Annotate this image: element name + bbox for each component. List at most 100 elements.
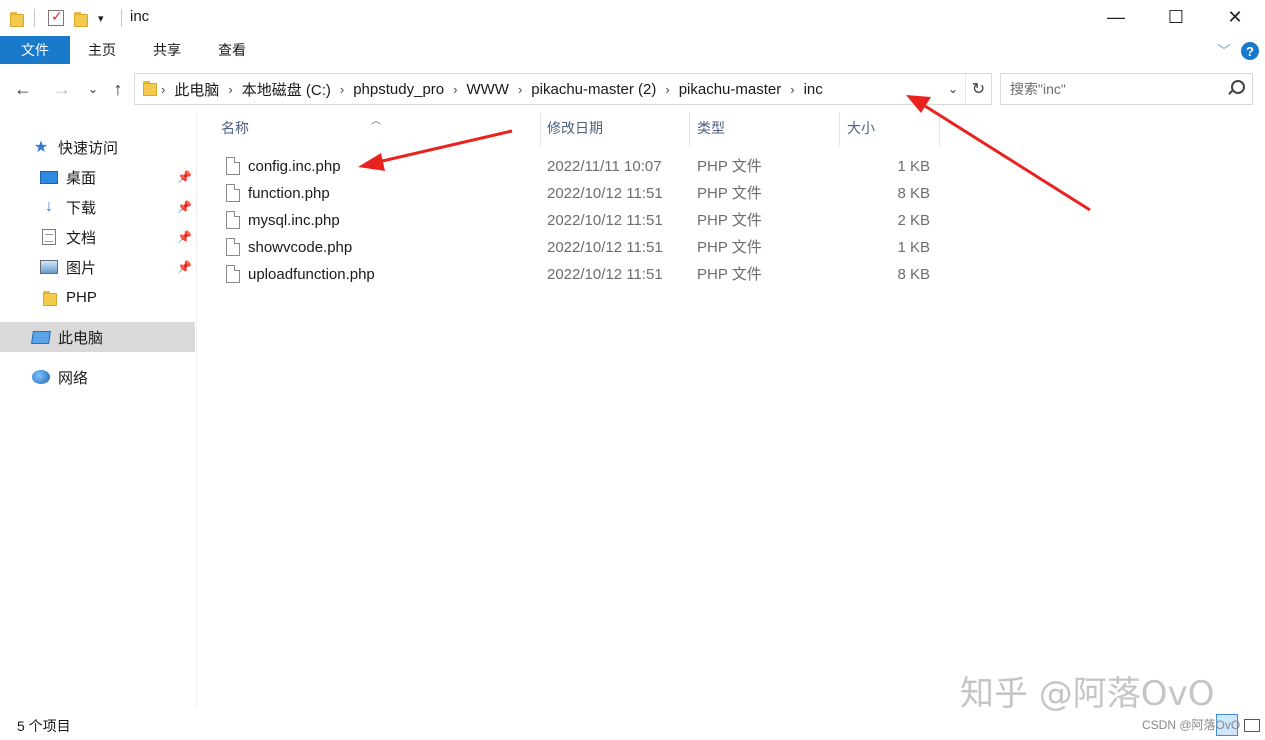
navigation-bar: ← → ⌄ ↑ › 此电脑 › 本地磁盘 (C:) › phpstudy_pro… — [0, 66, 1265, 112]
pictures-icon — [40, 259, 58, 275]
item-count: 5 个项目 — [17, 718, 71, 734]
file-modified: 2022/10/12 11:51 — [547, 239, 663, 256]
sidebar-item-label: 此电脑 — [58, 329, 104, 347]
quick-access-folder-icon[interactable] — [10, 8, 24, 28]
file-modified: 2022/10/12 11:51 — [547, 266, 663, 283]
search-box[interactable] — [1000, 73, 1253, 105]
breadcrumb-local-disk[interactable]: 本地磁盘 (C:) — [233, 79, 340, 100]
tab-view[interactable]: 查看 — [208, 36, 256, 64]
ribbon: 文件 主页 共享 查看 ﹀ ? — [0, 36, 1265, 66]
tab-file[interactable]: 文件 — [0, 36, 70, 64]
sidebar-item-label: 快速访问 — [58, 139, 119, 157]
file-name: uploadfunction.php — [248, 266, 375, 283]
network-icon — [32, 369, 50, 385]
large-icons-view-icon[interactable] — [1240, 714, 1262, 736]
file-type: PHP 文件 — [697, 266, 762, 283]
help-icon[interactable]: ? — [1241, 42, 1259, 60]
breadcrumb-this-pc[interactable]: 此电脑 — [165, 79, 228, 100]
php-file-icon — [226, 211, 240, 229]
sidebar-item-network[interactable]: 网络 — [0, 362, 195, 392]
title-bar: ▾ inc — ☐ ✕ — [0, 0, 1265, 36]
address-bar[interactable]: › 此电脑 › 本地磁盘 (C:) › phpstudy_pro › WWW ›… — [134, 73, 992, 105]
folder-icon — [40, 289, 58, 306]
php-file-icon — [226, 238, 240, 256]
php-file-icon — [226, 184, 240, 202]
file-modified: 2022/10/12 11:51 — [547, 212, 663, 229]
file-row[interactable]: showvcode.php 2022/10/12 11:51 PHP 文件 1 … — [198, 234, 938, 261]
column-header-modified[interactable]: 修改日期 — [547, 112, 687, 144]
file-name: function.php — [248, 185, 330, 202]
file-size: 1 KB — [897, 239, 930, 256]
pin-icon[interactable]: 📌 — [177, 200, 192, 214]
breadcrumb-www[interactable]: WWW — [457, 81, 517, 98]
file-size: 2 KB — [897, 212, 930, 229]
customize-toolbar-dropdown-icon[interactable]: ▾ — [98, 8, 104, 28]
sidebar-item-label: 下载 — [66, 199, 97, 217]
close-button[interactable]: ✕ — [1205, 0, 1265, 34]
zhihu-watermark: 知乎 @阿落OvO — [960, 674, 1215, 714]
sidebar-item-downloads[interactable]: ↓ 下载 📌 — [0, 192, 195, 222]
file-row[interactable]: uploadfunction.php 2022/10/12 11:51 PHP … — [198, 261, 938, 288]
sidebar-item-label: 图片 — [66, 259, 97, 277]
column-divider[interactable] — [839, 112, 840, 146]
title-separator — [34, 8, 35, 28]
sidebar-item-pictures[interactable]: 图片 📌 — [0, 252, 195, 282]
sidebar-item-quick-access[interactable]: ★ 快速访问 — [0, 132, 195, 162]
address-history-chevron-icon[interactable]: ⌄ — [941, 74, 965, 104]
file-modified: 2022/11/11 10:07 — [547, 158, 662, 175]
file-size: 8 KB — [897, 185, 930, 202]
search-icon[interactable] — [1226, 79, 1245, 97]
tab-home[interactable]: 主页 — [78, 36, 126, 64]
properties-icon[interactable] — [48, 8, 64, 28]
breadcrumb-inc[interactable]: inc — [795, 81, 832, 98]
breadcrumb-phpstudy-pro[interactable]: phpstudy_pro — [344, 81, 453, 98]
column-divider[interactable] — [689, 112, 690, 146]
pin-icon[interactable]: 📌 — [177, 170, 192, 184]
file-row[interactable]: mysql.inc.php 2022/10/12 11:51 PHP 文件 2 … — [198, 207, 938, 234]
sidebar-item-documents[interactable]: 文档 📌 — [0, 222, 195, 252]
file-row[interactable]: function.php 2022/10/12 11:51 PHP 文件 8 K… — [198, 180, 938, 207]
minimize-button[interactable]: — — [1086, 0, 1146, 34]
expand-ribbon-chevron-icon[interactable]: ﹀ — [1217, 41, 1231, 61]
new-folder-icon[interactable] — [74, 8, 88, 28]
file-type: PHP 文件 — [697, 158, 762, 175]
file-type: PHP 文件 — [697, 212, 762, 229]
star-icon: ★ — [33, 139, 49, 156]
file-type: PHP 文件 — [697, 239, 762, 256]
refresh-icon[interactable]: ↻ — [965, 74, 991, 104]
maximize-button[interactable]: ☐ — [1146, 0, 1206, 34]
pin-icon[interactable]: 📌 — [177, 230, 192, 244]
file-size: 8 KB — [897, 266, 930, 283]
pin-icon[interactable]: 📌 — [177, 260, 192, 274]
file-size: 1 KB — [897, 158, 930, 175]
up-button[interactable]: ↑ — [105, 76, 131, 102]
sidebar-item-label: 桌面 — [66, 169, 97, 187]
php-file-icon — [226, 157, 240, 175]
sidebar-item-label: 网络 — [58, 369, 89, 387]
column-header-type[interactable]: 类型 — [697, 112, 837, 144]
sidebar-item-desktop[interactable]: 桌面 📌 — [0, 162, 195, 192]
file-row[interactable]: config.inc.php 2022/11/11 10:07 PHP 文件 1… — [198, 153, 938, 180]
back-button[interactable]: ← — [10, 76, 36, 102]
title-separator-2 — [121, 8, 122, 28]
file-list: ︿ 名称 修改日期 类型 大小 config.inc.php 2022/11/1… — [198, 112, 1265, 708]
tab-share[interactable]: 共享 — [143, 36, 191, 64]
file-type: PHP 文件 — [697, 185, 762, 202]
sidebar-item-this-pc[interactable]: 此电脑 — [0, 322, 195, 352]
sidebar-item-label: 文档 — [66, 229, 97, 247]
breadcrumb-pikachu-master[interactable]: pikachu-master — [670, 81, 791, 98]
recent-locations-chevron-icon[interactable]: ⌄ — [80, 76, 106, 102]
column-divider[interactable] — [939, 112, 940, 146]
column-divider[interactable] — [540, 112, 541, 146]
sidebar-item-label: PHP — [66, 288, 97, 306]
navigation-pane: ★ 快速访问 桌面 📌 ↓ 下载 📌 文档 📌 图片 📌 PHP 此电脑 网络 — [0, 112, 197, 708]
forward-button[interactable]: → — [49, 76, 75, 102]
sidebar-item-php[interactable]: PHP — [0, 282, 195, 312]
column-header-name[interactable]: 名称 — [221, 112, 541, 144]
search-input[interactable] — [1010, 81, 1210, 97]
php-file-icon — [226, 265, 240, 283]
file-name: config.inc.php — [248, 158, 341, 175]
breadcrumb-pikachu-master-2[interactable]: pikachu-master (2) — [522, 81, 665, 98]
column-header-size[interactable]: 大小 — [847, 112, 937, 144]
address-folder-icon — [143, 80, 157, 98]
